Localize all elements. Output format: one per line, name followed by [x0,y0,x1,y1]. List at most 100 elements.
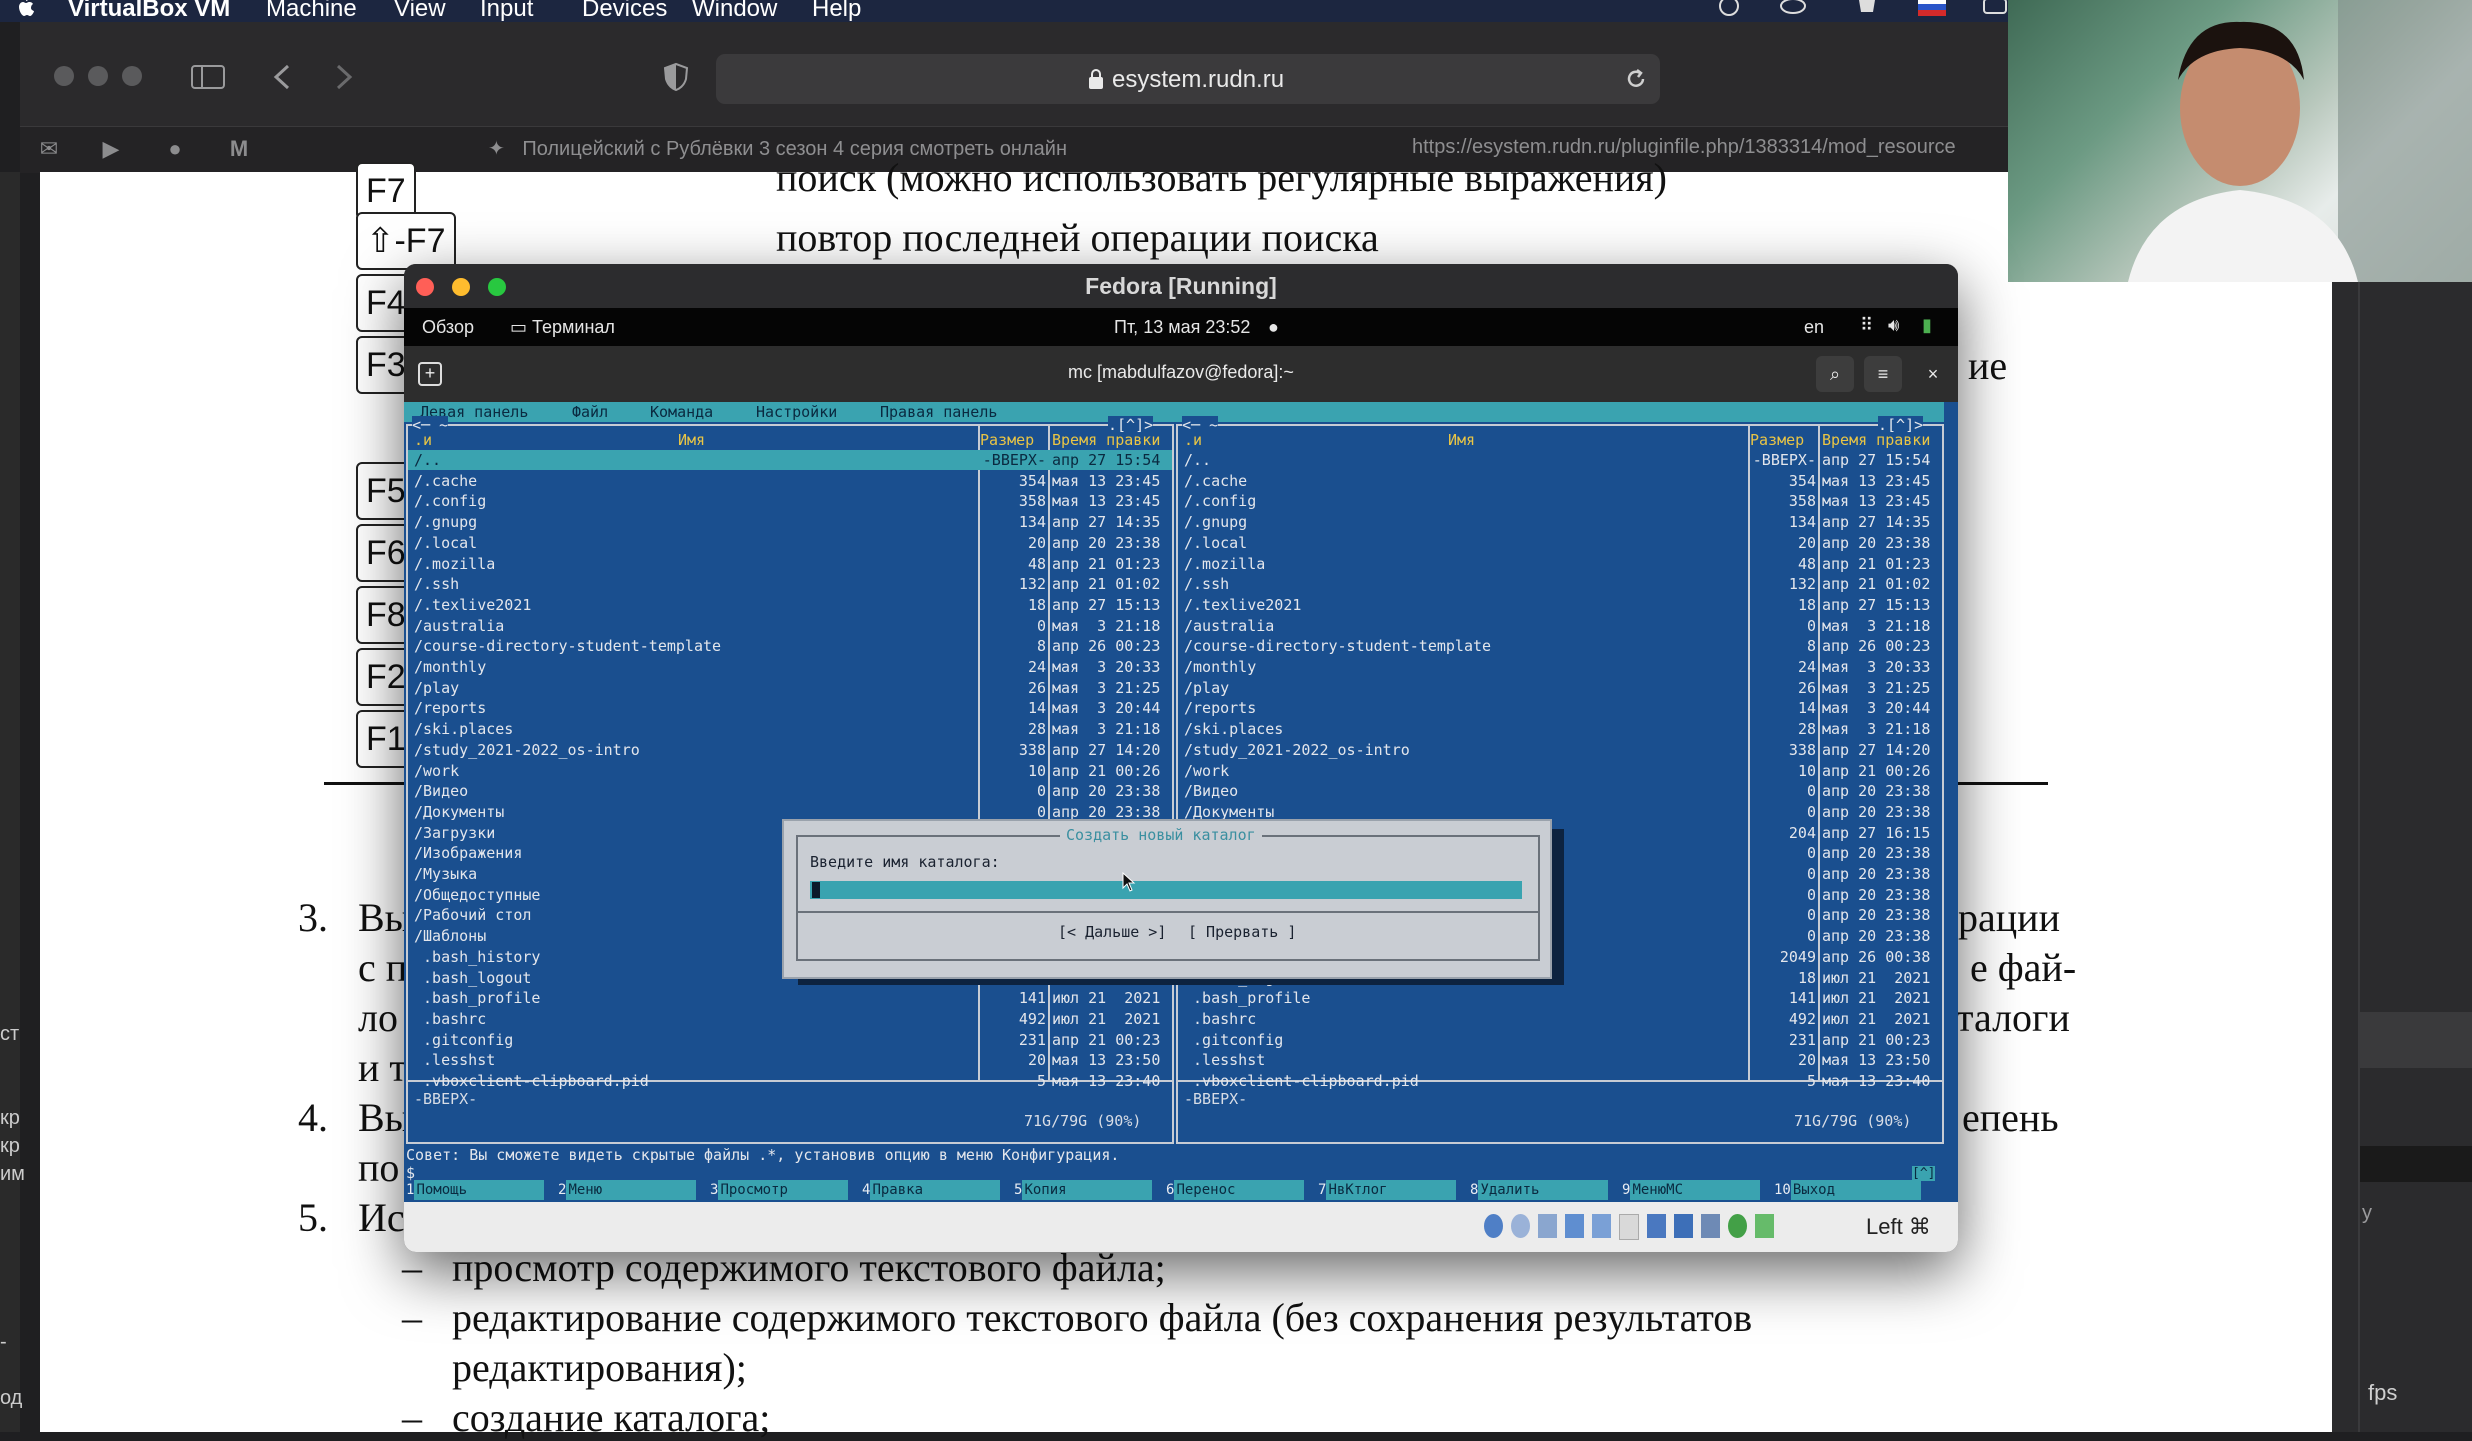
file-row[interactable]: /course-directory-student-template 8 апр 2… [408,636,1172,656]
file-row[interactable]: /.cache 354 мая 13 23:45 [1178,471,1942,491]
file-row[interactable]: /course-directory-student-template 8 апр 2… [1178,636,1942,656]
file-row[interactable]: /reports 14 мая 3 20:44 [408,698,1172,718]
display-icon[interactable] [1647,1214,1667,1238]
hdd-icon[interactable] [1484,1214,1503,1238]
fkey-3[interactable]: 3 Просмотр [710,1180,849,1200]
mouse-integration-icon[interactable] [1755,1214,1774,1238]
file-row[interactable]: /.gnupg 134 апр 27 14:35 [408,512,1172,532]
hdr-date[interactable]: Время правки [1052,430,1160,450]
tray-sync-icon[interactable] [1714,0,1744,20]
file-row[interactable]: .vboxclient-clipboard.pid 5 мая 13 23:40 [1178,1071,1942,1091]
file-row[interactable]: .lesshst 20 мая 13 23:50 [1178,1050,1942,1070]
audio-icon[interactable] [1537,1214,1557,1238]
hdr-name[interactable]: Имя [1448,430,1475,450]
optical-drive-icon[interactable] [1510,1214,1530,1238]
mc-left-panel[interactable]: <─ ~ .[^]> .и Имя Размер Время правки/.. -ВВ… [406,416,1174,1144]
menu-input[interactable]: Input [480,0,533,22]
file-row[interactable]: .bashrc 492 июл 21 2021 [408,1009,1172,1029]
guest-additions-icon[interactable] [1728,1214,1748,1238]
battery-icon[interactable]: ▮ [1922,315,1932,336]
fkey-5[interactable]: 5 Копия [1014,1180,1153,1200]
file-row[interactable]: /reports 14 мая 3 20:44 [1178,698,1942,718]
file-row[interactable]: .gitconfig 231 апр 21 00:23 [1178,1030,1942,1050]
fkey-8[interactable]: 8 Удалить [1470,1180,1609,1200]
file-row[interactable]: /monthly 24 мая 3 20:33 [1178,657,1942,677]
address-bar[interactable]: esystem.rudn.ru [716,54,1660,104]
vbox-close-button[interactable] [416,278,434,296]
menu-view[interactable]: View [394,0,446,22]
file-row[interactable]: /.. -ВВЕРХ-апр 27 15:54 [408,450,1172,470]
network-icon[interactable]: ⠿ [1860,315,1873,336]
mc-menu-command[interactable]: Команда [650,403,713,421]
menu-devices[interactable]: Devices [582,0,667,22]
file-row[interactable]: /study_2021-2022_os-intro 338 апр 27 14:20 [1178,740,1942,760]
file-row[interactable]: /monthly 24 мая 3 20:33 [408,657,1172,677]
file-row[interactable]: /.ssh 132 апр 21 01:02 [408,574,1172,594]
recording-icon[interactable] [1674,1214,1694,1238]
file-row[interactable]: /.mozilla 48 апр 21 01:23 [1178,554,1942,574]
fkey-2[interactable]: 2 Меню [558,1180,697,1200]
mc-right-panel[interactable]: <─ ~ .[^]> .и Имя Размер Время правки/.. -ВВ… [1176,416,1944,1144]
close-icon[interactable]: × [1914,356,1952,392]
file-row[interactable]: /.texlive2021 18 апр 27 15:13 [408,595,1172,615]
dirname-input[interactable] [810,881,1522,899]
gnome-terminal-app[interactable]: ▭ Терминал [510,317,615,338]
gnome-overview[interactable]: Обзор [422,317,474,338]
fkey-7[interactable]: 7 НвКтлог [1318,1180,1457,1200]
mc-menu-file[interactable]: Файл [572,403,608,421]
file-row[interactable]: /Видео 0 апр 20 23:38 [1178,781,1942,801]
file-row[interactable]: /study_2021-2022_os-intro 338 апр 27 14:20 [408,740,1172,760]
window-minimize-button[interactable] [88,66,108,86]
mail-tab-icon[interactable]: ✉ [36,137,62,161]
file-row[interactable]: /.mozilla 48 апр 21 01:23 [408,554,1172,574]
gmail-tab-icon[interactable]: M [226,137,252,161]
file-row[interactable]: .bash_profile 141 июл 21 2021 [408,988,1172,1008]
dialog-cancel-button[interactable]: [ Прервать ] [1188,923,1296,941]
file-row[interactable]: /.local 20 апр 20 23:38 [408,533,1172,553]
window-close-button[interactable] [54,66,74,86]
file-row[interactable]: /work 10 апр 21 00:26 [408,761,1172,781]
youtube-tab-icon[interactable]: ▶ [98,137,124,161]
reload-icon[interactable] [1624,66,1648,92]
mc-menu-options[interactable]: Настройки [756,403,837,421]
vbox-zoom-button[interactable] [488,278,506,296]
apple-icon[interactable] [14,0,36,20]
file-row[interactable]: /.gnupg 134 апр 27 14:35 [1178,512,1942,532]
fkey-10[interactable]: 10 Выход [1774,1180,1921,1200]
back-icon[interactable] [270,62,294,92]
app-name[interactable]: VirtualBox VM [68,0,230,22]
hdr-name[interactable]: Имя [678,430,705,450]
file-row[interactable]: /.config 358 мая 13 23:45 [408,491,1172,511]
menu-help[interactable]: Help [812,0,861,22]
file-row[interactable]: /ski.places 28 мая 3 21:18 [408,719,1172,739]
file-row[interactable]: /australia 0 мая 3 21:18 [408,616,1172,636]
file-row[interactable]: .bashrc 492 июл 21 2021 [1178,1009,1942,1029]
forward-icon[interactable] [332,62,356,92]
fkey-9[interactable]: 9 МенюMC [1622,1180,1761,1200]
notification-icon[interactable] [1852,0,1882,20]
file-row[interactable]: /play 26 мая 3 21:25 [1178,678,1942,698]
search-icon[interactable]: ⌕ [1816,356,1854,392]
file-row[interactable]: /.cache 354 мая 13 23:45 [408,471,1172,491]
file-row[interactable]: /.. -ВВЕРХ-апр 27 15:54 [1178,450,1942,470]
gnome-clock[interactable]: Пт, 13 мая 23:52 [1114,317,1250,338]
volume-icon[interactable]: 🔊︎ [1888,315,1899,336]
tray-creative-cloud-icon[interactable] [1778,0,1808,20]
file-row[interactable]: /play 26 мая 3 21:25 [408,678,1172,698]
mc-menu-right[interactable]: Правая панель [880,403,997,421]
file-row[interactable]: .gitconfig 231 апр 21 00:23 [408,1030,1172,1050]
file-row[interactable]: .vboxclient-clipboard.pid 5 мая 13 23:40 [408,1071,1172,1091]
hdr-size[interactable]: Размер [1750,430,1816,450]
fkey-4[interactable]: 4 Правка [862,1180,1001,1200]
sidebar-icon[interactable] [190,64,226,90]
hamburger-menu-icon[interactable]: ≡ [1864,356,1902,392]
gnome-lang[interactable]: en [1804,317,1824,338]
file-row[interactable]: /ski.places 28 мая 3 21:18 [1178,719,1942,739]
fkey-1[interactable]: 1 Помощь [406,1180,545,1200]
file-row[interactable]: .bash_profile 141 июл 21 2021 [1178,988,1942,1008]
hdr-date[interactable]: Время правки [1822,430,1930,450]
usb-icon[interactable] [1591,1214,1611,1238]
apple-tab-icon[interactable]: ● [162,137,188,161]
file-row[interactable]: /australia 0 мая 3 21:18 [1178,616,1942,636]
file-row[interactable]: .lesshst 20 мая 13 23:50 [408,1050,1172,1070]
